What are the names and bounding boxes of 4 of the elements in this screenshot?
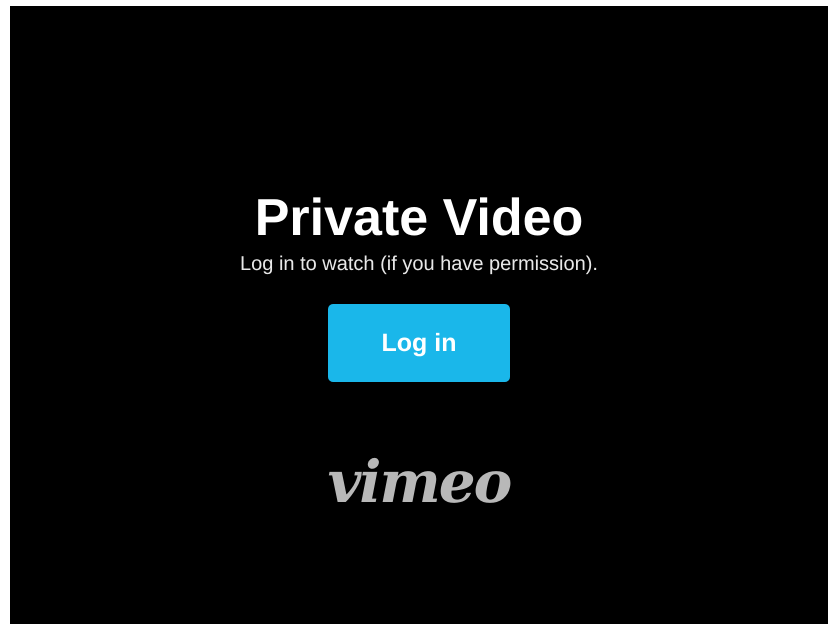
login-message: Log in to watch (if you have permission). [240,252,598,276]
logo: vimeo [328,450,510,514]
title: Private Video [254,188,584,248]
login-button[interactable]: Log in [328,304,510,382]
